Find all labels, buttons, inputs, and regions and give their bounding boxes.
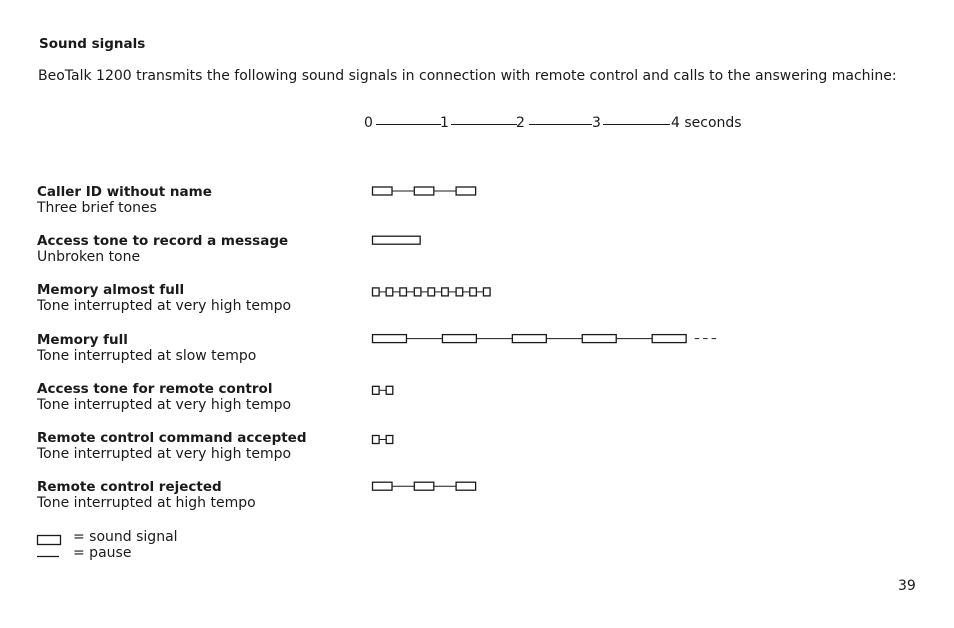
signal-description: Tone interrupted at very high tempo [37,446,292,462]
timescale-tick-label: 3 [592,115,601,131]
tone-box [385,434,394,445]
legend-pause-label: = pause [73,545,132,561]
timescale-end-label: 4 seconds [671,115,742,131]
timescale-tick-label: 1 [440,115,449,131]
signal-pattern [371,481,477,491]
tone-box [371,385,380,395]
signal-pattern [371,434,394,445]
legend-signal-icon [36,534,62,546]
tone-box [371,235,421,245]
tone-box [385,385,394,395]
tone-box [651,333,687,344]
tone-box [581,333,617,344]
tone-box [385,287,394,297]
intro-text: BeoTalk 1200 transmits the following sou… [38,68,897,84]
signal-title: Caller ID without name [37,184,212,200]
signal-title: Memory almost full [37,282,185,299]
page-number: 39 [898,578,916,594]
signal-title: Access tone for remote control [37,380,273,397]
tone-box [455,481,477,491]
tone-box [455,287,464,297]
tone-box [413,481,435,491]
signal-title: Memory full [37,331,128,348]
signal-title: Remote control command accepted [37,430,307,446]
tone-box [413,287,422,297]
tone-box [441,333,478,344]
tone-box [399,287,408,297]
tone-box [427,287,436,297]
signal-title: Access tone to record a message [37,233,289,250]
signal-description: Tone interrupted at very high tempo [37,298,292,315]
signal-pattern [371,333,717,344]
section-heading: Sound signals [39,36,146,52]
signal-pattern [371,186,477,196]
signal-pattern [371,287,491,297]
signal-pattern [371,235,421,245]
timescale-tick-label: 2 [516,115,525,131]
signal-description: Tone interrupted at slow tempo [37,347,257,364]
tone-box [469,287,478,297]
tone-box [371,186,393,196]
tone-box [482,287,491,297]
signal-pattern [371,385,394,395]
tone-box [455,186,477,196]
signal-description: Tone interrupted at very high tempo [37,396,292,413]
tone-box [413,186,435,196]
legend-signal-label: = sound signal [73,529,178,545]
timescale-tick-label: 0 [364,115,373,131]
tone-box [371,434,380,445]
signal-description: Three brief tones [37,200,157,216]
tone-box [371,287,380,297]
tone-box [371,481,393,491]
signal-title: Remote control rejected [37,479,222,496]
signal-description: Tone interrupted at high tempo [37,495,256,512]
tone-box [511,333,547,344]
tone-box [441,287,449,297]
tone-box [371,333,408,344]
signal-description: Unbroken tone [37,249,141,266]
